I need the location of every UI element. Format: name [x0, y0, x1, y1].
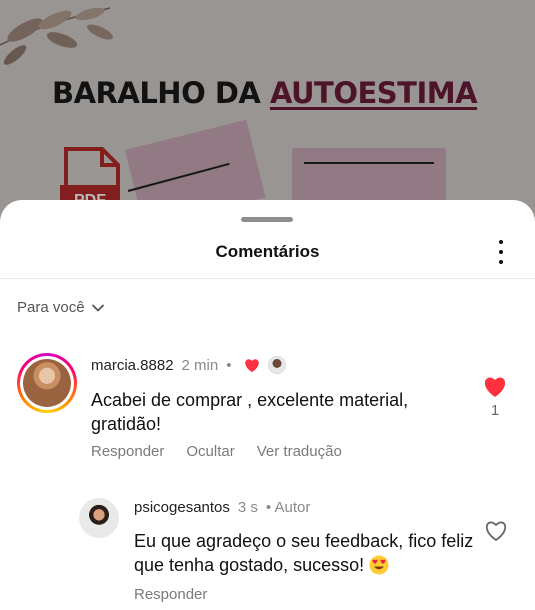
- header-divider: [0, 278, 535, 279]
- translate-button[interactable]: Ver tradução: [257, 443, 342, 460]
- reply-text: Eu que agradeço o seu feedback, fico fel…: [134, 529, 474, 577]
- avatar-story-ring[interactable]: [17, 353, 77, 413]
- more-dot-icon: [499, 260, 503, 264]
- reply-text-content: Eu que agradeço o seu feedback, fico fel…: [134, 531, 474, 575]
- creator-mini-avatar: [267, 356, 286, 374]
- reply-like[interactable]: [484, 520, 508, 542]
- heart-filled-icon[interactable]: [483, 376, 507, 398]
- more-dot-icon: [499, 240, 503, 244]
- avatar: [23, 359, 71, 407]
- sheet-title: Comentários: [215, 242, 320, 261]
- heart-eyes-emoji-icon: [369, 555, 389, 575]
- reply-header: psicogesantos 3 s • Autor: [134, 499, 310, 516]
- like-count: 1: [490, 402, 500, 419]
- reply-time: 3 s: [237, 499, 258, 516]
- more-dot-icon: [499, 250, 503, 254]
- hide-button[interactable]: Ocultar: [186, 443, 234, 460]
- dim-overlay[interactable]: [0, 0, 535, 230]
- heart-outline-icon[interactable]: [484, 520, 508, 542]
- comment-like[interactable]: 1: [483, 376, 507, 419]
- chevron-down-icon: [91, 304, 104, 311]
- sort-label: Para você: [17, 299, 85, 316]
- comment-text: Acabei de comprar , excelente material, …: [91, 390, 409, 434]
- reply-button[interactable]: Responder: [91, 443, 164, 460]
- comment-actions: Responder Ocultar Ver tradução: [91, 443, 342, 460]
- reply-actions: Responder: [134, 586, 207, 603]
- separator-dot: •: [226, 356, 232, 374]
- comment-header: marcia.8882 2 min •: [91, 356, 286, 374]
- reply-avatar[interactable]: [79, 498, 119, 538]
- background-post: BARALHO DA AUTOESTIMA PDF: [0, 0, 535, 230]
- drag-handle[interactable]: [241, 217, 293, 222]
- comments-sheet: Comentários Para você marcia.8882 2 min …: [0, 200, 535, 610]
- creator-liked-heart-icon: [244, 358, 259, 372]
- more-options-button[interactable]: [491, 238, 511, 266]
- comment-time: 2 min: [181, 356, 219, 374]
- reply-reply-button[interactable]: Responder: [134, 586, 207, 603]
- author-badge: • Autor: [265, 499, 311, 516]
- sort-dropdown[interactable]: Para você: [17, 299, 105, 316]
- comment-username[interactable]: marcia.8882: [91, 357, 174, 374]
- reply-username[interactable]: psicogesantos: [134, 499, 230, 516]
